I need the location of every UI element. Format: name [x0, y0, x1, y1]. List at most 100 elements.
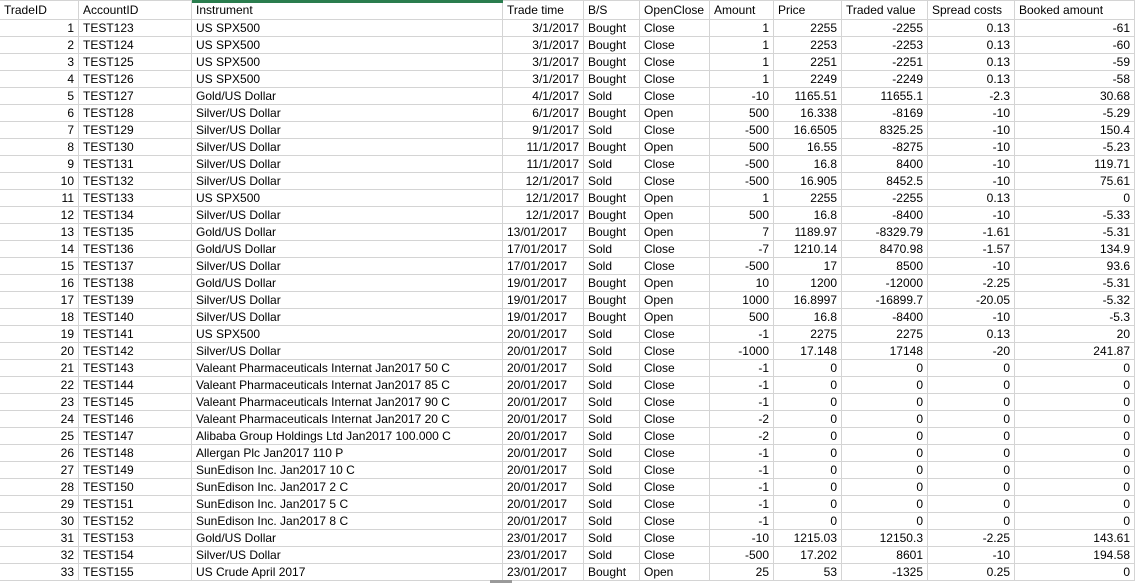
cell[interactable]: 0	[774, 411, 842, 428]
cell[interactable]: 17	[0, 292, 79, 309]
cell[interactable]: 16.338	[774, 105, 842, 122]
cell[interactable]: Sold	[584, 360, 640, 377]
column-header-trade-time[interactable]: Trade time	[503, 1, 584, 20]
column-header-openclose[interactable]: OpenClose	[640, 1, 710, 20]
cell[interactable]: -2.25	[928, 530, 1015, 547]
cell[interactable]: 0	[928, 445, 1015, 462]
cell[interactable]: Sold	[584, 343, 640, 360]
cell[interactable]: Close	[640, 173, 710, 190]
cell[interactable]: Sold	[584, 156, 640, 173]
cell[interactable]: Close	[640, 445, 710, 462]
cell[interactable]: -16899.7	[842, 292, 928, 309]
cell[interactable]: Sold	[584, 88, 640, 105]
cell[interactable]: 0	[928, 462, 1015, 479]
cell[interactable]: TEST141	[79, 326, 192, 343]
cell[interactable]: Close	[640, 428, 710, 445]
cell[interactable]: 12/1/2017	[503, 207, 584, 224]
cell[interactable]: Gold/US Dollar	[192, 275, 503, 292]
cell[interactable]: TEST145	[79, 394, 192, 411]
cell[interactable]: Sold	[584, 173, 640, 190]
cell[interactable]: 30	[0, 513, 79, 530]
cell[interactable]: -10	[928, 258, 1015, 275]
cell[interactable]: 0	[774, 462, 842, 479]
cell[interactable]: Silver/US Dollar	[192, 122, 503, 139]
cell[interactable]: 0	[774, 394, 842, 411]
cell[interactable]: -2.25	[928, 275, 1015, 292]
cell[interactable]: Sold	[584, 258, 640, 275]
cell[interactable]: 16.905	[774, 173, 842, 190]
cell[interactable]: -1	[710, 360, 774, 377]
cell[interactable]: 0	[928, 513, 1015, 530]
cell[interactable]: 0	[1015, 190, 1135, 207]
cell[interactable]: 16.8	[774, 309, 842, 326]
cell[interactable]: -1.61	[928, 224, 1015, 241]
cell[interactable]: 16.8	[774, 207, 842, 224]
cell[interactable]: Close	[640, 496, 710, 513]
cell[interactable]: -10	[928, 173, 1015, 190]
cell[interactable]: Sold	[584, 513, 640, 530]
cell[interactable]: 0	[928, 479, 1015, 496]
cell[interactable]: 4/1/2017	[503, 88, 584, 105]
cell[interactable]: 0	[842, 479, 928, 496]
cell[interactable]: TEST152	[79, 513, 192, 530]
cell[interactable]: 23	[0, 394, 79, 411]
cell[interactable]: 0	[1015, 411, 1135, 428]
cell[interactable]: 11/1/2017	[503, 139, 584, 156]
cell[interactable]: 0	[774, 428, 842, 445]
cell[interactable]: Sold	[584, 547, 640, 564]
cell[interactable]: TEST142	[79, 343, 192, 360]
cell[interactable]: 7	[710, 224, 774, 241]
cell[interactable]: SunEdison Inc. Jan2017 8 C	[192, 513, 503, 530]
cell[interactable]: TEST133	[79, 190, 192, 207]
cell[interactable]: 134.9	[1015, 241, 1135, 258]
cell[interactable]: -10	[710, 88, 774, 105]
cell[interactable]: US SPX500	[192, 20, 503, 37]
cell[interactable]: 0	[842, 360, 928, 377]
cell[interactable]: Bought	[584, 105, 640, 122]
cell[interactable]: 24	[0, 411, 79, 428]
cell[interactable]: 17148	[842, 343, 928, 360]
cell[interactable]: TEST130	[79, 139, 192, 156]
cell[interactable]: -2255	[842, 20, 928, 37]
cell[interactable]: 20/01/2017	[503, 360, 584, 377]
cell[interactable]: 5	[0, 88, 79, 105]
cell[interactable]: -8400	[842, 309, 928, 326]
cell[interactable]: Close	[640, 37, 710, 54]
cell[interactable]: -5.31	[1015, 275, 1135, 292]
cell[interactable]: -58	[1015, 71, 1135, 88]
cell[interactable]: 12150.3	[842, 530, 928, 547]
cell[interactable]: Sold	[584, 394, 640, 411]
cell[interactable]: TEST153	[79, 530, 192, 547]
cell[interactable]: TEST129	[79, 122, 192, 139]
cell[interactable]: 17/01/2017	[503, 258, 584, 275]
cell[interactable]: -500	[710, 258, 774, 275]
cell[interactable]: -2253	[842, 37, 928, 54]
cell[interactable]: 9/1/2017	[503, 122, 584, 139]
cell[interactable]: 19	[0, 326, 79, 343]
cell[interactable]: Silver/US Dollar	[192, 292, 503, 309]
cell[interactable]: Silver/US Dollar	[192, 105, 503, 122]
cell[interactable]: TEST137	[79, 258, 192, 275]
cell[interactable]: 0	[842, 513, 928, 530]
cell[interactable]: 1	[710, 20, 774, 37]
cell[interactable]: 14	[0, 241, 79, 258]
cell[interactable]: 500	[710, 139, 774, 156]
cell[interactable]: 0	[1015, 377, 1135, 394]
cell[interactable]: TEST155	[79, 564, 192, 581]
cell[interactable]: 13/01/2017	[503, 224, 584, 241]
cell[interactable]: Close	[640, 71, 710, 88]
cell[interactable]: -5.3	[1015, 309, 1135, 326]
cell[interactable]: 12	[0, 207, 79, 224]
column-header-tradeid[interactable]: TradeID	[0, 1, 79, 20]
cell[interactable]: Bought	[584, 71, 640, 88]
cell[interactable]: Open	[640, 190, 710, 207]
cell[interactable]: 19/01/2017	[503, 292, 584, 309]
cell[interactable]: -2255	[842, 190, 928, 207]
cell[interactable]: 0	[774, 479, 842, 496]
cell[interactable]: Silver/US Dollar	[192, 173, 503, 190]
cell[interactable]: 0	[774, 377, 842, 394]
cell[interactable]: US SPX500	[192, 37, 503, 54]
cell[interactable]: TEST128	[79, 105, 192, 122]
cell[interactable]: TEST134	[79, 207, 192, 224]
cell[interactable]: 16	[0, 275, 79, 292]
